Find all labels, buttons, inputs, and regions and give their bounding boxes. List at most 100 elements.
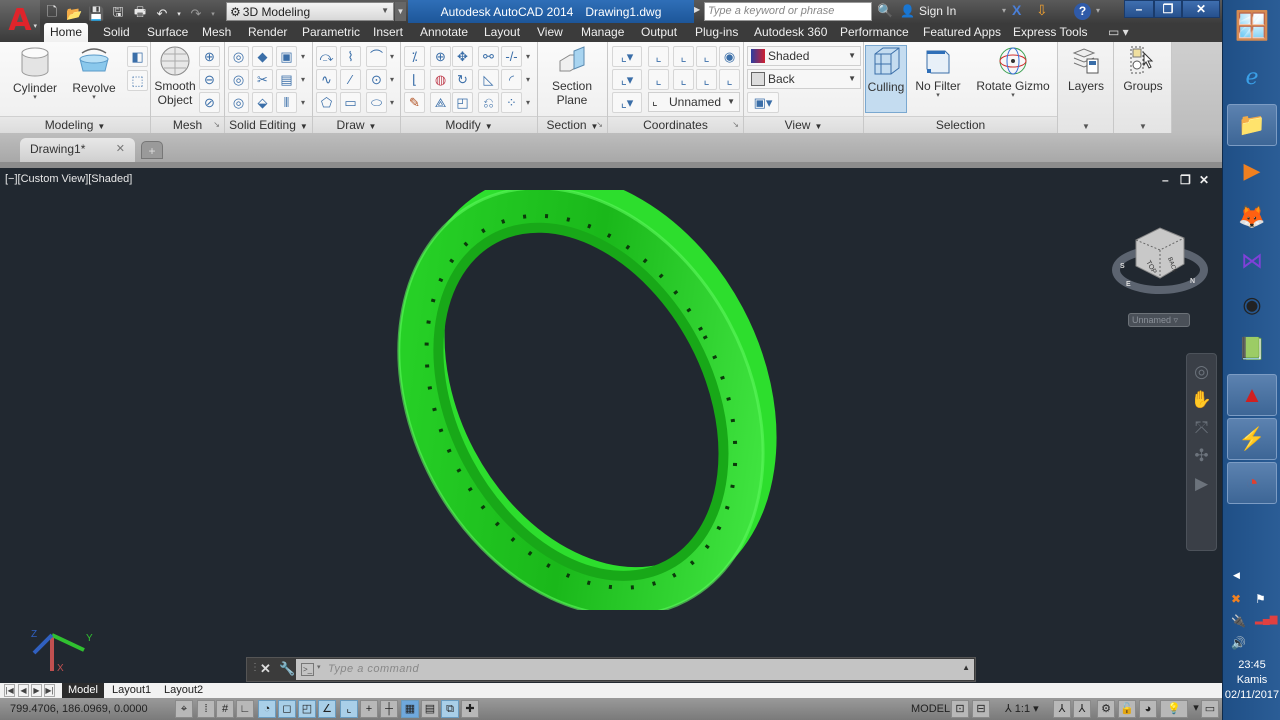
quick-view-drawings-icon[interactable]: ⊟ bbox=[972, 700, 990, 718]
new-tab-button[interactable]: + bbox=[141, 141, 163, 159]
grid-toggle[interactable]: # bbox=[216, 700, 234, 718]
revolve-button[interactable]: Revolve ▾ bbox=[66, 45, 122, 101]
modeling-panel-title[interactable]: Modeling ▼ bbox=[0, 116, 150, 133]
intersect-button[interactable]: ◎ bbox=[228, 92, 249, 113]
tab-view[interactable]: View bbox=[531, 23, 569, 42]
stretch-button[interactable]: ◺ bbox=[478, 69, 499, 90]
media-player-icon[interactable]: ▶ bbox=[1227, 150, 1277, 192]
ucs-previous-button[interactable]: ⌞ bbox=[648, 69, 669, 90]
wheel-rim-model[interactable] bbox=[380, 190, 780, 610]
ucs-world-button[interactable]: ⌞ bbox=[673, 46, 694, 67]
culling-button[interactable]: Culling bbox=[865, 45, 907, 113]
section-panel-title[interactable]: Section ▼ ↘ bbox=[538, 116, 607, 133]
tab-output[interactable]: Output bbox=[635, 23, 683, 42]
sign-in-button[interactable]: 👤 Sign In bbox=[900, 4, 956, 18]
view-combo[interactable]: Back ▼ bbox=[747, 69, 861, 89]
array-button[interactable]: ⁘ bbox=[501, 92, 522, 113]
ribbon-minimize-icon[interactable]: ▭ ▾ bbox=[1102, 23, 1135, 42]
viewport-minimize-icon[interactable]: – bbox=[1162, 173, 1169, 187]
model-space-toggle[interactable]: MODEL bbox=[911, 703, 950, 715]
ucs-face-button[interactable]: ◉ bbox=[719, 46, 740, 67]
compass-n[interactable]: N bbox=[1190, 278, 1195, 285]
presspull-button[interactable]: ⬚ bbox=[127, 70, 148, 91]
snap-toggle[interactable]: ⁞ bbox=[197, 700, 215, 718]
undo-dropdown-icon[interactable]: ▾ bbox=[176, 10, 182, 18]
smooth-object-button[interactable]: Smooth Object bbox=[153, 45, 197, 107]
showmotion-icon[interactable]: ▶ bbox=[1187, 474, 1216, 494]
command-input[interactable]: Type a command bbox=[296, 659, 974, 680]
ucs-object-button[interactable]: ⌞ bbox=[696, 46, 717, 67]
first-layout-icon[interactable]: |◀ bbox=[4, 684, 15, 697]
coordinates-readout[interactable]: 799.4706, 186.0969, 0.0000 bbox=[10, 703, 148, 715]
ortho-toggle[interactable]: ∟ bbox=[236, 700, 254, 718]
a360-icon[interactable]: ⇩ bbox=[1036, 2, 1048, 19]
selection-cycling-toggle[interactable]: ⧉ bbox=[441, 700, 459, 718]
osnap-toggle[interactable]: ◻ bbox=[278, 700, 296, 718]
hardware-acceleration-icon[interactable]: ◕ bbox=[1139, 700, 1157, 718]
file-tab-drawing1[interactable]: Drawing1* ✕ bbox=[20, 138, 135, 162]
match-properties-button[interactable]: ⁒ bbox=[404, 46, 425, 67]
gizmo-toggle[interactable]: ✚ bbox=[461, 700, 479, 718]
ucs-3point-button[interactable]: ⌞ bbox=[719, 69, 740, 90]
ucs-origin-button[interactable]: ⌞ bbox=[673, 69, 694, 90]
compass-s[interactable]: S bbox=[1120, 263, 1125, 270]
rotate-gizmo-button[interactable]: Rotate Gizmo ▾ bbox=[972, 45, 1054, 99]
save-as-icon[interactable]: 🖫 bbox=[110, 3, 126, 25]
action-center-flag-icon[interactable]: ⚑ bbox=[1255, 592, 1266, 606]
search-expand-icon[interactable]: ▶ bbox=[694, 5, 700, 14]
layers-button[interactable]: Layers bbox=[1062, 45, 1110, 93]
winamp-icon[interactable]: ⚡ bbox=[1227, 418, 1277, 460]
union-button[interactable]: ◎ bbox=[228, 46, 249, 67]
zoom-extents-icon[interactable]: ⤧ bbox=[1187, 418, 1216, 438]
lock-icon[interactable]: 🔓 bbox=[1118, 700, 1136, 718]
undo-icon[interactable]: ↶ bbox=[154, 6, 170, 22]
quick-properties-toggle[interactable]: ▤ bbox=[421, 700, 439, 718]
file-explorer-icon[interactable]: 📁 bbox=[1227, 104, 1277, 146]
ucs-button[interactable]: ⌞▾ bbox=[612, 46, 642, 67]
close-tab-icon[interactable]: ✕ bbox=[116, 138, 125, 160]
polygon-button[interactable]: ⬠ bbox=[316, 92, 337, 113]
tab-plug-ins[interactable]: Plug-ins bbox=[689, 23, 744, 42]
tab-insert[interactable]: Insert bbox=[367, 23, 409, 42]
tab-mesh[interactable]: Mesh bbox=[196, 23, 237, 42]
minimize-button[interactable]: – bbox=[1124, 0, 1154, 18]
tab-layout1[interactable]: Layout1 bbox=[106, 683, 157, 698]
visual-style-combo[interactable]: Shaded ▼ bbox=[747, 46, 861, 66]
kmplayer-icon[interactable]: ⋈ bbox=[1227, 240, 1277, 282]
tab-model[interactable]: Model bbox=[62, 683, 104, 698]
volume-icon[interactable]: 🔊 bbox=[1231, 636, 1246, 650]
close-button[interactable]: ✕ bbox=[1182, 0, 1220, 18]
annotation-scale[interactable]: ⅄ 1:1 ▾ bbox=[1005, 702, 1039, 715]
save-icon[interactable]: 💾 bbox=[88, 6, 104, 22]
help-search-input[interactable]: Type a keyword or phrase bbox=[704, 2, 872, 21]
redo-dropdown-icon[interactable]: ▾ bbox=[210, 10, 216, 18]
open-icon[interactable]: 📂 bbox=[66, 6, 82, 22]
draw-panel-title[interactable]: Draw ▼ bbox=[313, 116, 400, 133]
viewport-controls-label[interactable]: [−][Custom View][Shaded] bbox=[5, 173, 132, 185]
scale-button[interactable]: ◰ bbox=[452, 92, 473, 113]
firefox-icon[interactable]: 🦊 bbox=[1227, 196, 1277, 238]
compass-e[interactable]: E bbox=[1126, 281, 1131, 288]
tab-performance[interactable]: Performance bbox=[834, 23, 915, 42]
tab-autodesk-360[interactable]: Autodesk 360 bbox=[748, 23, 833, 42]
layers-expand-icon[interactable]: ▼ bbox=[1082, 122, 1090, 131]
ucs-x-button[interactable]: ⌞▾ bbox=[612, 69, 642, 90]
binoculars-icon[interactable]: 🔍 bbox=[877, 3, 893, 19]
move-button[interactable]: ✥ bbox=[452, 46, 473, 67]
tab-featured-apps[interactable]: Featured Apps bbox=[917, 23, 1007, 42]
annotation-visibility-icon[interactable]: ⅄ bbox=[1053, 700, 1071, 718]
polyline-button[interactable]: ⤼ bbox=[316, 46, 337, 67]
pan-icon[interactable]: ✋ bbox=[1187, 390, 1216, 410]
tab-layout2[interactable]: Layout2 bbox=[158, 683, 209, 698]
viewcube[interactable]: TOP BACK S E N bbox=[1110, 218, 1210, 303]
tab-solid[interactable]: Solid bbox=[97, 23, 136, 42]
workspace-selector[interactable]: ⚙ 3D Modeling ▼ bbox=[226, 2, 394, 21]
trim-button[interactable]: -/- bbox=[501, 46, 522, 67]
copy-button[interactable]: ⚯ bbox=[478, 46, 499, 67]
ucs-combo[interactable]: ⌞ Unnamed ▼ bbox=[648, 92, 740, 112]
slice-button[interactable]: ✂ bbox=[252, 69, 273, 90]
thicken-button[interactable]: ⬙ bbox=[252, 92, 273, 113]
fillet-edge-button[interactable]: ✎ bbox=[404, 92, 425, 113]
drawing-viewport[interactable]: [−][Custom View][Shaded] – ❐ ✕ TOP BACK … bbox=[0, 168, 1222, 683]
help-icon[interactable]: ? bbox=[1074, 3, 1091, 20]
